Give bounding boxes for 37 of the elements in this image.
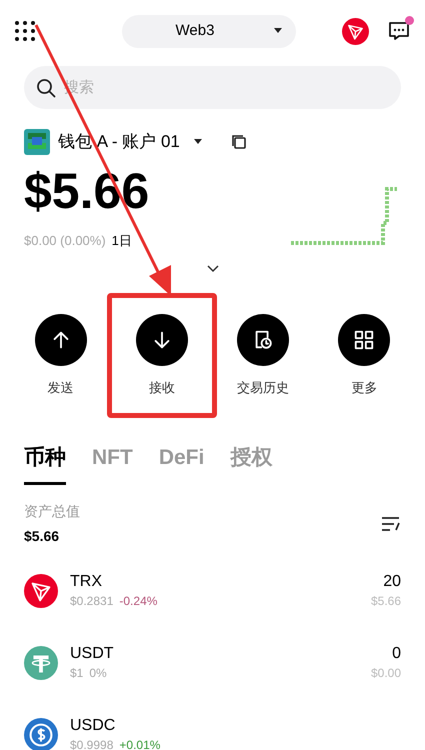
chat-icon[interactable] bbox=[387, 19, 411, 43]
asset-amount: 20 bbox=[383, 572, 401, 592]
asset-amount: 0 bbox=[392, 644, 401, 664]
chevron-down-icon[interactable] bbox=[206, 264, 218, 272]
asset-symbol: TRX bbox=[70, 572, 103, 592]
asset-change: -0.24% bbox=[119, 592, 158, 610]
asset-change: +0.01% bbox=[119, 736, 160, 750]
asset-row[interactable]: USDC $0.9998 +0.01% bbox=[24, 714, 401, 750]
tron-coin-icon bbox=[24, 574, 58, 608]
asset-price: $0.2831 bbox=[70, 592, 114, 610]
tab[interactable]: 币种 bbox=[24, 442, 66, 484]
period-label[interactable]: 1日 bbox=[112, 231, 132, 250]
asset-price: $0.9998 bbox=[70, 736, 114, 750]
copy-icon[interactable] bbox=[232, 135, 246, 149]
network-selector[interactable]: Web3 bbox=[122, 14, 296, 48]
asset-value: $5.66 bbox=[370, 592, 401, 610]
asset-price: $1 bbox=[70, 664, 84, 682]
asset-symbol: USDT bbox=[70, 644, 115, 664]
wallet-name[interactable]: 钱包 A - 账户 01 bbox=[58, 129, 180, 155]
total-label: 资产总值 bbox=[24, 502, 80, 520]
asset-value: $0.00 bbox=[370, 664, 401, 682]
action-button[interactable]: 接收 bbox=[106, 292, 217, 418]
tron-chain-icon bbox=[342, 18, 369, 44]
search-icon bbox=[36, 78, 56, 98]
grid-icon bbox=[353, 328, 376, 350]
asset-change: 0% bbox=[89, 664, 107, 682]
caret-down-icon bbox=[274, 28, 282, 34]
sort-icon[interactable] bbox=[381, 516, 401, 532]
wallet-avatar-icon bbox=[24, 129, 50, 155]
asset-row[interactable]: USDT $1 0% 0 $0.00 bbox=[24, 642, 401, 682]
asset-symbol: USDC bbox=[70, 716, 116, 736]
asset-row[interactable]: TRX $0.2831 -0.24% 20 $5.66 bbox=[24, 570, 401, 610]
balance-change: $0.00 (0.00%) bbox=[24, 232, 106, 250]
tether-coin-icon bbox=[24, 646, 58, 680]
caret-down-icon[interactable] bbox=[194, 139, 202, 145]
total-value: $5.66 bbox=[24, 526, 60, 546]
apps-grid-icon[interactable] bbox=[14, 20, 36, 42]
